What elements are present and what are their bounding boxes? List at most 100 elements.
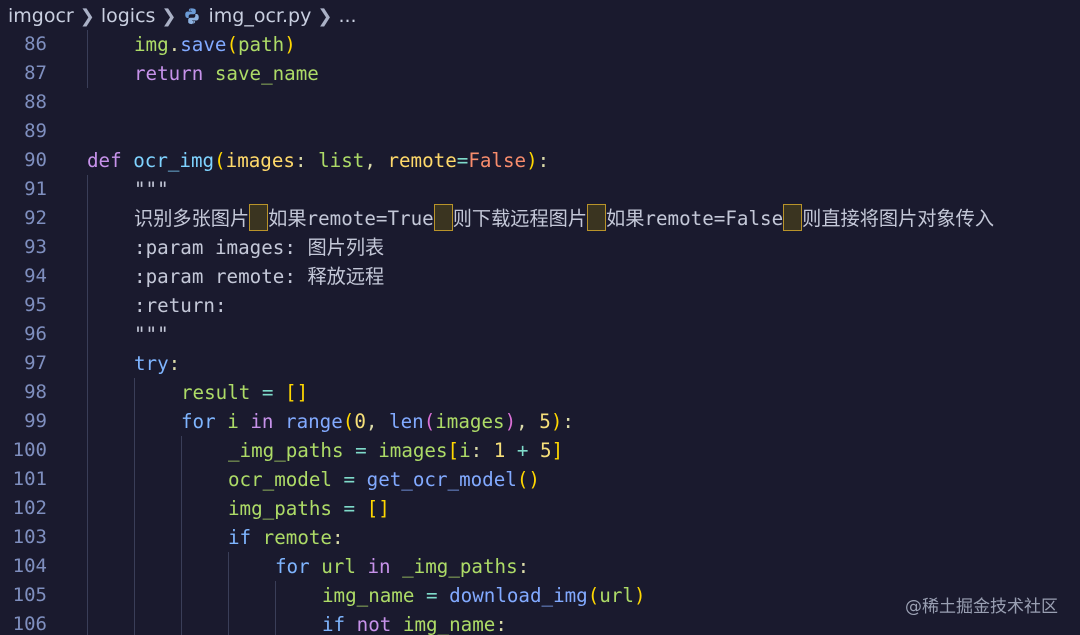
indent-guide (87, 436, 88, 465)
breadcrumb-item-logics[interactable]: logics (101, 5, 156, 27)
line-number: 97 (24, 352, 47, 374)
code-line[interactable]: 95 :return: (0, 291, 1080, 320)
watermark: @稀土掘金技术社区 (905, 597, 1058, 617)
indent-guide (134, 610, 135, 635)
indent-guide (181, 523, 182, 552)
code-text[interactable]: ocr_model = get_ocr_model() (228, 465, 540, 494)
line-number: 94 (24, 265, 47, 287)
indent-guide (87, 320, 88, 349)
breadcrumb-item-imgocr[interactable]: imgocr (8, 5, 74, 27)
indent-guide (134, 523, 135, 552)
line-number: 92 (24, 207, 47, 229)
code-text[interactable]: def ocr_img(images: list, remote=False): (87, 146, 549, 175)
code-line[interactable]: 103 if remote: (0, 523, 1080, 552)
code-text[interactable]: try: (134, 349, 180, 378)
line-number: 100 (12, 439, 47, 461)
chevron-right-icon: ❯ (79, 5, 95, 27)
line-number: 104 (12, 555, 47, 577)
code-line[interactable]: 102 img_paths = [] (0, 494, 1080, 523)
code-line[interactable]: 87 return save_name (0, 59, 1080, 88)
code-text[interactable]: :param remote: 释放远程 (134, 262, 384, 291)
code-line[interactable]: 94 :param remote: 释放远程 (0, 262, 1080, 291)
fullwidth-comma-warning (783, 204, 803, 231)
line-number: 90 (24, 149, 47, 171)
python-icon (184, 8, 199, 25)
indent-guide (134, 436, 135, 465)
fullwidth-comma-warning (587, 204, 606, 231)
code-line[interactable]: 96 """ (0, 320, 1080, 349)
code-line[interactable]: 100 _img_paths = images[i: 1 + 5] (0, 436, 1080, 465)
indent-guide (87, 291, 88, 320)
line-number: 103 (12, 526, 47, 548)
indent-guide (181, 581, 182, 610)
code-text[interactable]: :param images: 图片列表 (134, 233, 384, 262)
chevron-right-icon: ❯ (161, 5, 177, 27)
code-text[interactable]: img_name = download_img(url) (322, 581, 646, 610)
code-text[interactable]: _img_paths = images[i: 1 + 5] (228, 436, 563, 465)
indent-guide (87, 30, 88, 59)
code-line[interactable]: 99 for i in range(0, len(images), 5): (0, 407, 1080, 436)
code-line[interactable]: 98 result = [] (0, 378, 1080, 407)
line-number: 87 (24, 62, 47, 84)
line-number: 91 (24, 178, 47, 200)
code-text[interactable]: """ (134, 175, 169, 204)
indent-guide (134, 581, 135, 610)
code-text[interactable]: for i in range(0, len(images), 5): (181, 407, 574, 436)
indent-guide (87, 494, 88, 523)
code-text[interactable]: img.save(path) (134, 30, 296, 59)
code-text[interactable]: return save_name (134, 59, 319, 88)
indent-guide (87, 175, 88, 204)
code-text[interactable]: """ (134, 320, 169, 349)
indent-guide (134, 407, 135, 436)
code-line[interactable]: 91 """ (0, 175, 1080, 204)
line-number: 105 (12, 584, 47, 606)
code-text[interactable]: result = [] (181, 378, 308, 407)
indent-guide (181, 494, 182, 523)
indent-guide (228, 552, 229, 581)
code-editor[interactable]: 86 img.save(path) 87 return save_name 88 89 90… (0, 30, 1080, 635)
breadcrumb: imgocr ❯ logics ❯ img_ocr.py ❯ ... (0, 0, 1080, 32)
code-line[interactable]: 97 try: (0, 349, 1080, 378)
code-text[interactable]: for url in _img_paths: (275, 552, 529, 581)
code-line[interactable]: 104 for url in _img_paths: (0, 552, 1080, 581)
indent-guide (181, 610, 182, 635)
indent-guide (181, 436, 182, 465)
line-number: 96 (24, 323, 47, 345)
indent-guide (134, 465, 135, 494)
code-text[interactable]: if remote: (228, 523, 344, 552)
code-line[interactable]: 93 :param images: 图片列表 (0, 233, 1080, 262)
code-text[interactable]: if not img_name: (322, 610, 507, 635)
line-number: 98 (24, 381, 47, 403)
indent-guide (87, 204, 88, 233)
indent-guide (275, 581, 276, 610)
indent-guide (181, 552, 182, 581)
indent-guide (87, 262, 88, 291)
line-number: 106 (12, 613, 47, 635)
code-line[interactable]: 86 img.save(path) (0, 30, 1080, 59)
code-text[interactable]: img_paths = [] (228, 494, 390, 523)
line-number: 101 (12, 468, 47, 490)
fullwidth-comma-warning (433, 204, 453, 231)
code-text[interactable]: 识别多张图片 如果remote=True 则下载远程图片 如果remote=False… (134, 204, 994, 233)
indent-guide (134, 378, 135, 407)
code-line[interactable]: 88 (0, 88, 1080, 117)
indent-guide (87, 610, 88, 635)
code-line[interactable]: 92 识别多张图片 如果remote=True 则下载远程图片 如果remote=Fal… (0, 204, 1080, 233)
line-number: 99 (24, 410, 47, 432)
breadcrumb-item-file[interactable]: img_ocr.py (209, 5, 312, 27)
line-number: 95 (24, 294, 47, 316)
indent-guide (87, 378, 88, 407)
code-text[interactable]: :return: (134, 291, 227, 320)
fullwidth-comma-warning (249, 204, 269, 231)
indent-guide (87, 523, 88, 552)
indent-guide (87, 465, 88, 494)
indent-guide (87, 581, 88, 610)
indent-guide (134, 552, 135, 581)
line-number: 93 (24, 236, 47, 258)
indent-guide (275, 610, 276, 635)
code-line[interactable]: 101 ocr_model = get_ocr_model() (0, 465, 1080, 494)
breadcrumb-item-more[interactable]: ... (338, 5, 356, 27)
code-line[interactable]: 89 (0, 117, 1080, 146)
code-line[interactable]: 90 def ocr_img(images: list, remote=False… (0, 146, 1080, 175)
indent-guide (87, 349, 88, 378)
